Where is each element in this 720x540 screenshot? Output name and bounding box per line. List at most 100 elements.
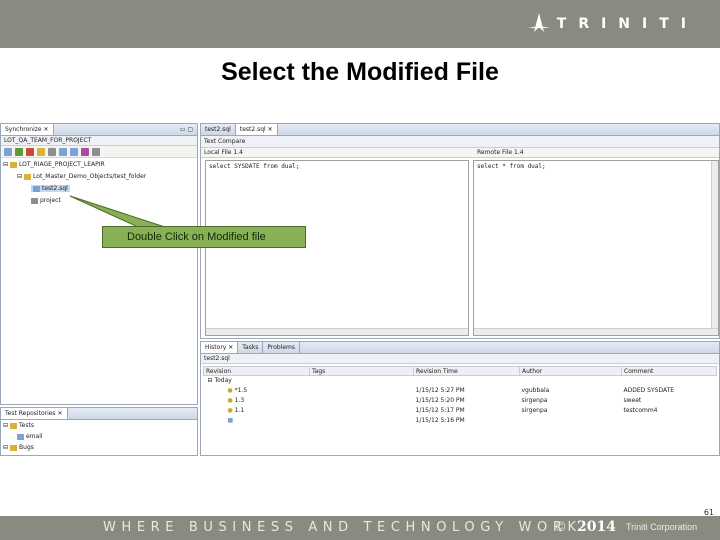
tasks-tab-label: Tasks <box>242 344 259 351</box>
revision-cell: 1.1 <box>234 407 245 414</box>
left-code-line: select SYSDATE from dual; <box>209 163 300 170</box>
folder-icon <box>10 444 18 451</box>
revision-icon: ● <box>227 397 233 404</box>
editor-tab-label: test2.sql <box>205 126 231 133</box>
tree-item-test-folder[interactable]: ⊟ Lot_Master_Demo_Objects/test_folder <box>17 173 146 180</box>
tab-history[interactable]: History ✕ <box>201 342 239 353</box>
collapse-toggle-icon[interactable]: ⊟ <box>17 173 22 180</box>
collapse-toggle-icon[interactable]: ⊟ <box>3 161 8 168</box>
footer-tagline: WHERE BUSINESS AND TECHNOLOGY WORK <box>103 520 582 535</box>
copyright-symbol: © <box>554 520 567 535</box>
tree-item-label: test2.sql <box>42 185 68 192</box>
revision-icon: ● <box>227 387 233 394</box>
table-row[interactable]: ■ 1/15/12 5:16 PM <box>204 416 717 426</box>
tree-item-label: email <box>26 433 43 440</box>
double-click-callout: Double Click on Modified file <box>102 226 306 248</box>
footer-banner: WHERE BUSINESS AND TECHNOLOGY WORK © 201… <box>0 516 720 540</box>
collapse-icon[interactable] <box>48 147 56 156</box>
triniti-logo-icon <box>527 13 550 32</box>
tree-item-bugs[interactable]: ⊟ Bugs <box>3 444 34 451</box>
author-cell: sirgenpa <box>521 407 548 414</box>
comment-cell <box>622 416 717 426</box>
update-icon[interactable] <box>15 147 23 156</box>
revision-cell: 1.3 <box>234 397 245 404</box>
header-banner: TRINITI <box>0 0 720 48</box>
tags-cell <box>310 386 414 396</box>
tree-item-label: Lot_Master_Demo_Objects/test_folder <box>33 173 147 180</box>
file-icon <box>31 197 38 204</box>
filter-icon[interactable] <box>37 147 45 156</box>
tree-item-email[interactable]: email <box>17 433 43 440</box>
tags-cell <box>310 416 414 426</box>
file-icon <box>17 433 24 440</box>
file-icon <box>33 185 40 192</box>
history-header-row: Revision Tags Revision Time Author Comme… <box>203 366 717 376</box>
time-cell: 1/15/12 5:16 PM <box>415 417 465 424</box>
table-row[interactable]: ● 1.1 1/15/12 5:17 PM sirgenpa testcomm4 <box>204 406 717 416</box>
mode-icon[interactable] <box>81 147 89 156</box>
slide: TRINITI Select the Modified File Synchro… <box>0 0 720 540</box>
tree-item-project-root[interactable]: ⊟ LOT_RIAGE_PROJECT_LEAPIR <box>3 161 105 168</box>
next-icon[interactable] <box>59 147 67 156</box>
column-header-revision[interactable]: Revision <box>203 366 310 376</box>
tree-item-label: Tests <box>19 422 34 429</box>
right-vertical-scrollbar[interactable] <box>711 161 718 335</box>
compare-labels: Local File 1.4 Remote File 1.4 <box>201 148 719 158</box>
author-cell: sirgenpa <box>521 397 548 404</box>
menu-icon[interactable] <box>92 147 100 156</box>
sync-icon[interactable] <box>4 147 12 156</box>
time-cell: 1/15/12 5:27 PM <box>415 387 465 394</box>
history-table: Revision Tags Revision Time Author Comme… <box>203 366 717 426</box>
folder-icon <box>10 161 18 168</box>
right-horizontal-scrollbar[interactable] <box>474 328 718 335</box>
slide-title: Select the Modified File <box>221 58 499 86</box>
editor-tab-label: test2.sql <box>239 126 266 133</box>
text-compare-label: Text Compare <box>204 138 246 145</box>
column-header-comment[interactable]: Comment <box>621 366 717 376</box>
history-tabstrip: History ✕ Tasks Problems <box>201 342 719 354</box>
commit-icon[interactable] <box>26 147 34 156</box>
history-group-row[interactable]: ⊟ Today <box>204 376 717 386</box>
column-header-tags[interactable]: Tags <box>309 366 414 376</box>
triniti-logo: TRINITI <box>527 11 698 37</box>
previous-icon[interactable] <box>70 147 78 156</box>
history-view: History ✕ Tasks Problems test2.sql Revis… <box>200 341 720 456</box>
history-file-label: test2.sql <box>201 354 719 364</box>
time-cell: 1/15/12 5:20 PM <box>415 397 465 404</box>
tags-cell <box>310 406 414 416</box>
tab-test-repositories[interactable]: Test Repositories ✕ <box>1 408 68 419</box>
left-compare-pane[interactable]: select SYSDATE from dual; <box>205 160 469 336</box>
tree-item-modified-file[interactable]: test2.sql <box>31 185 70 192</box>
tree-item-tests[interactable]: ⊟ Tests <box>3 422 34 429</box>
tab-editor-1[interactable]: test2.sql <box>201 124 236 135</box>
column-header-revision-time[interactable]: Revision Time <box>413 366 520 376</box>
synchronize-tab-label: Synchronize <box>5 126 42 133</box>
problems-tab-label: Problems <box>267 344 296 351</box>
right-compare-pane[interactable]: select * from dual; <box>473 160 719 336</box>
author-cell: vgubbala <box>521 387 550 394</box>
tree-item-label: Bugs <box>19 444 34 451</box>
table-row[interactable]: ● *1.5 1/15/12 5:27 PM vgubbala ADDED SY… <box>204 386 717 396</box>
tab-synchronize[interactable]: Synchronize ✕ <box>1 124 54 135</box>
left-horizontal-scrollbar[interactable] <box>206 328 468 335</box>
collapse-toggle-icon[interactable]: ⊟ <box>3 444 8 451</box>
repositories-tab-label: Test Repositories <box>5 410 56 417</box>
copyright-year: 2014 <box>577 519 616 535</box>
synchronize-tabstrip: Synchronize ✕ ▭ ▢ <box>1 124 197 136</box>
tags-cell <box>310 396 414 406</box>
tree-item-project-file[interactable]: project <box>31 197 61 204</box>
history-tab-label: History <box>205 344 227 351</box>
collapse-toggle-icon[interactable]: ⊟ <box>3 422 8 429</box>
tab-problems[interactable]: Problems <box>263 342 301 353</box>
left-file-label: Local File 1.4 <box>204 149 243 156</box>
time-cell: 1/15/12 5:17 PM <box>415 407 465 414</box>
column-header-author[interactable]: Author <box>519 366 622 376</box>
minimize-maximize-icon[interactable]: ▭ ▢ <box>180 126 193 133</box>
tab-tasks[interactable]: Tasks <box>238 342 264 353</box>
tab-editor-2[interactable]: test2.sql ✕ <box>235 124 278 135</box>
revision-icon: ● <box>227 407 233 414</box>
right-code-line: select * from dual; <box>477 163 546 170</box>
table-row[interactable]: ● 1.3 1/15/12 5:20 PM sirgenpa sweet <box>204 396 717 406</box>
folder-icon <box>10 422 18 429</box>
revision-icon: ■ <box>227 417 234 424</box>
